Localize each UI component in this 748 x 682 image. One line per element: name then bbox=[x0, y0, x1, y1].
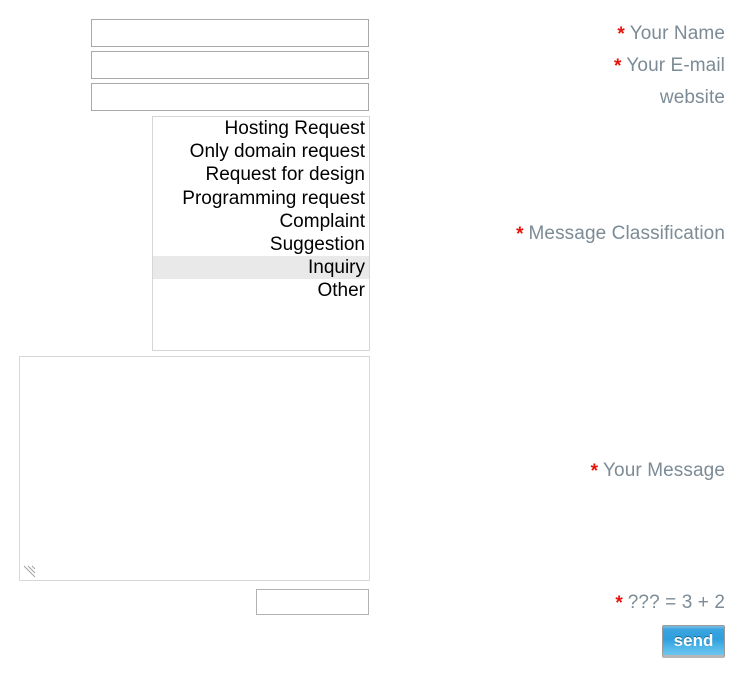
website-field-label: website bbox=[660, 86, 725, 110]
message-textarea[interactable] bbox=[20, 357, 369, 580]
listbox-option[interactable]: Hosting Request bbox=[153, 117, 369, 140]
email-label-text: Your E-mail bbox=[626, 55, 725, 76]
listbox-option[interactable]: Other bbox=[153, 279, 369, 302]
captcha-input[interactable] bbox=[256, 589, 369, 615]
message-textarea-container bbox=[19, 356, 370, 581]
required-asterisk-email: * bbox=[613, 56, 622, 77]
required-asterisk-message: * bbox=[590, 461, 599, 482]
resize-grip-icon[interactable] bbox=[23, 565, 36, 578]
contact-form: * Your Name * Your E-mail website * Message… bbox=[0, 0, 748, 682]
website-input[interactable] bbox=[91, 83, 369, 111]
required-asterisk-classification: * bbox=[516, 224, 524, 245]
listbox-option[interactable]: Suggestion bbox=[153, 233, 369, 256]
name-field-label: * Your Name bbox=[617, 22, 725, 47]
listbox-option[interactable]: Only domain request bbox=[153, 140, 369, 163]
listbox-option[interactable]: Request for design bbox=[153, 163, 369, 186]
email-field-label: * Your E-mail bbox=[614, 54, 725, 79]
required-asterisk-captcha: * bbox=[615, 593, 623, 614]
listbox-option[interactable]: Complaint bbox=[153, 210, 369, 233]
captcha-question-text: ??? = 3 + 2 bbox=[627, 592, 725, 613]
name-input[interactable] bbox=[91, 19, 369, 47]
website-label-text: website bbox=[659, 87, 725, 108]
listbox-option[interactable]: Inquiry bbox=[153, 256, 369, 280]
classification-field-label: * Message Classification bbox=[516, 222, 725, 247]
listbox-option[interactable]: Programming request bbox=[153, 187, 369, 210]
required-asterisk-name: * bbox=[617, 24, 625, 45]
message-field-label: * Your Message bbox=[591, 459, 725, 484]
captcha-field-label: *??? = 3 + 2 bbox=[615, 591, 725, 616]
email-input[interactable] bbox=[91, 51, 369, 79]
message-label-text: Your Message bbox=[603, 460, 725, 481]
classification-label-text: Message Classification bbox=[528, 223, 725, 244]
name-label-text: Your Name bbox=[629, 23, 725, 44]
send-button[interactable]: send bbox=[662, 625, 725, 658]
classification-listbox[interactable]: Hosting Request Only domain request Reques… bbox=[152, 116, 370, 351]
